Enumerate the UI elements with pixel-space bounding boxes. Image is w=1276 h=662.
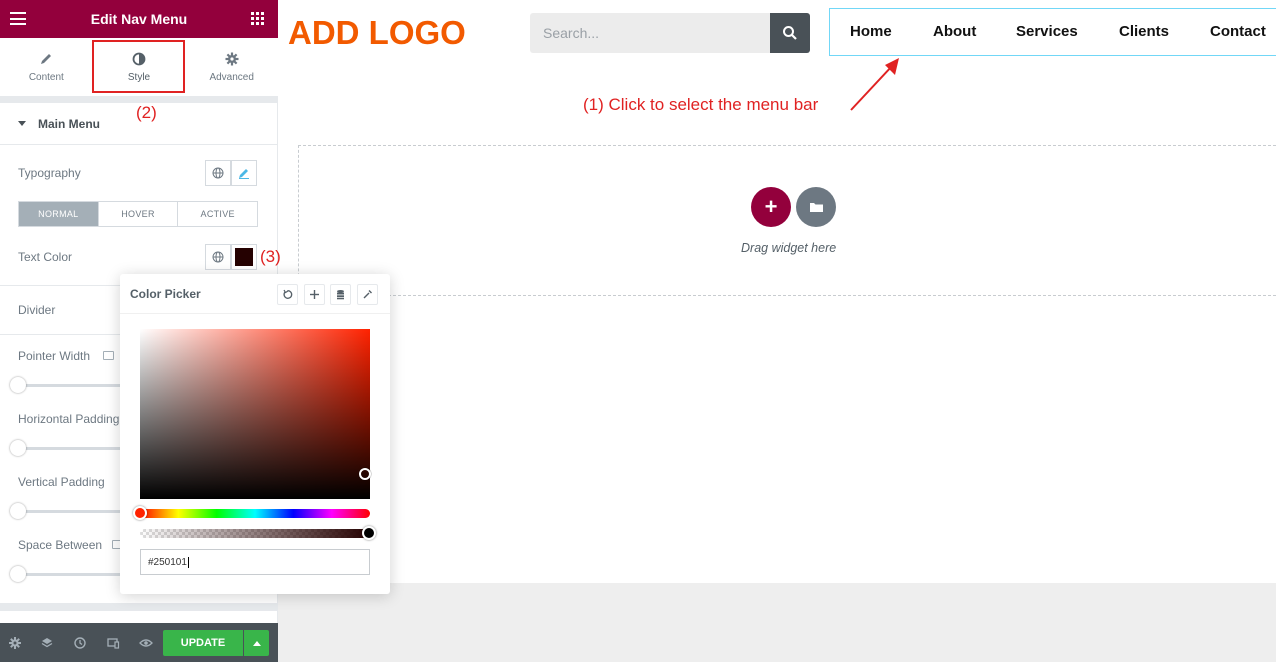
color-picker-title: Color Picker <box>130 286 201 301</box>
annotation-arrow-icon <box>850 58 899 111</box>
site-logo[interactable]: ADD LOGO <box>288 14 466 52</box>
search-input[interactable]: Search... <box>530 13 770 53</box>
layers-icon[interactable] <box>40 636 54 650</box>
panel-title: Edit Nav Menu <box>90 11 188 27</box>
saturation-area[interactable] <box>140 329 370 499</box>
style-tab-highlight <box>92 40 185 93</box>
tabs-separator <box>0 96 278 103</box>
global-colors-button[interactable] <box>330 284 351 305</box>
text-color-global-button[interactable] <box>205 244 231 270</box>
hue-slider[interactable] <box>140 509 370 518</box>
state-normal[interactable]: NORMAL <box>19 202 99 226</box>
divider-label: Divider <box>18 303 56 317</box>
plus-icon <box>310 290 319 299</box>
pointer-width-label: Pointer Width <box>18 349 91 363</box>
nav-item-contact[interactable]: Contact <box>1210 23 1266 40</box>
section-main-menu[interactable]: Main Menu <box>0 103 278 145</box>
nav-item-clients[interactable]: Clients <box>1119 23 1169 40</box>
state-tabs: NORMAL HOVER ACTIVE <box>18 201 258 227</box>
eyedropper-icon <box>363 290 372 299</box>
settings-icon[interactable] <box>8 636 22 650</box>
tab-advanced[interactable]: Advanced <box>185 38 278 96</box>
globe-icon <box>212 167 224 179</box>
panel-header: Edit Nav Menu <box>0 0 278 38</box>
preview-eye-icon[interactable] <box>139 636 153 650</box>
typography-label: Typography <box>18 166 81 180</box>
space-between-slider-handle[interactable] <box>10 566 26 582</box>
database-icon <box>337 290 344 300</box>
text-cursor <box>187 556 189 568</box>
space-between-label: Space Between <box>18 538 103 552</box>
caret-down-icon <box>18 121 26 126</box>
hamburger-menu-icon[interactable] <box>10 12 26 25</box>
nav-item-home[interactable]: Home <box>850 23 892 40</box>
nav-item-services[interactable]: Services <box>1016 23 1078 40</box>
horizontal-padding-label: Horizontal Padding <box>18 412 120 426</box>
caret-up-icon <box>252 640 261 646</box>
state-active[interactable]: ACTIVE <box>178 202 257 226</box>
folder-icon <box>809 203 823 212</box>
search-button[interactable] <box>770 13 810 53</box>
pointer-width-slider-handle[interactable] <box>10 377 26 393</box>
responsive-icon[interactable] <box>106 636 120 650</box>
search-icon <box>783 26 797 40</box>
pencil-icon <box>239 169 249 179</box>
drop-zone[interactable] <box>298 145 1276 296</box>
reset-button[interactable] <box>277 284 298 305</box>
annotation-step1: (1) Click to select the menu bar <box>583 95 819 114</box>
state-hover[interactable]: HOVER <box>99 202 179 226</box>
annotation-step3: (3) <box>260 247 281 266</box>
space-between-slider[interactable] <box>18 573 123 576</box>
drag-widget-hint: Drag widget here <box>741 241 837 255</box>
hue-slider-handle[interactable] <box>133 506 147 520</box>
add-section-button[interactable]: + <box>751 187 791 227</box>
desktop-icon[interactable] <box>103 351 114 360</box>
tab-content-label: Content <box>28 71 64 83</box>
saturation-handle[interactable] <box>359 468 371 480</box>
add-color-button[interactable] <box>304 284 325 305</box>
horizontal-padding-slider-handle[interactable] <box>10 440 26 456</box>
reset-icon <box>283 289 293 299</box>
vertical-padding-slider-handle[interactable] <box>10 503 26 519</box>
vertical-padding-slider[interactable] <box>18 510 123 513</box>
text-color-swatch-button[interactable] <box>231 244 257 270</box>
eyedropper-button[interactable] <box>357 284 378 305</box>
vertical-padding-label: Vertical Padding <box>18 475 105 489</box>
tab-content[interactable]: Content <box>0 38 93 96</box>
tab-advanced-label: Advanced <box>209 71 254 83</box>
hex-value: #250101 <box>148 556 187 568</box>
add-template-button[interactable] <box>796 187 836 227</box>
hex-color-input[interactable]: #250101 <box>140 549 370 575</box>
update-button[interactable]: UPDATE <box>163 630 243 656</box>
typography-edit-button[interactable] <box>231 160 257 186</box>
section-title: Main Menu <box>38 116 100 131</box>
gear-icon <box>225 52 239 65</box>
color-picker-popover: Color Picker #250101 <box>120 274 390 594</box>
plus-icon: + <box>764 194 778 219</box>
opacity-slider-handle[interactable] <box>362 526 376 540</box>
typography-global-button[interactable] <box>205 160 231 186</box>
widgets-grid-icon[interactable] <box>251 12 264 25</box>
text-color-swatch <box>235 248 253 266</box>
opacity-slider[interactable] <box>140 529 370 538</box>
pointer-width-slider[interactable] <box>18 384 123 387</box>
history-icon[interactable] <box>73 636 87 650</box>
pencil-icon <box>41 53 52 64</box>
update-options-button[interactable] <box>244 630 269 656</box>
horizontal-padding-slider[interactable] <box>18 447 123 450</box>
section-separator <box>0 603 278 611</box>
canvas-footer-area <box>278 583 1276 662</box>
text-color-label: Text Color <box>18 250 73 264</box>
globe-icon <box>212 251 224 263</box>
nav-item-about[interactable]: About <box>933 23 976 40</box>
